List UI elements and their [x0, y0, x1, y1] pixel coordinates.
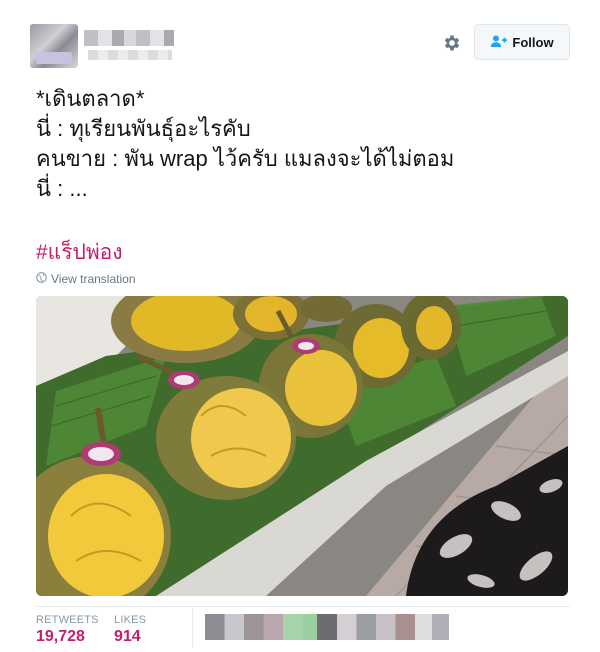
avatar[interactable]: [30, 24, 78, 68]
follow-label: Follow: [512, 34, 554, 50]
retweets-stat[interactable]: RETWEETS 19,728: [36, 614, 99, 646]
durian-photo-illustration: [36, 296, 568, 596]
hashtag-link[interactable]: #แร็ปพ่อง: [36, 236, 123, 269]
tweet-text: *เดินตลาด* นี่ : ทุเรียนพันธุ์อะไรคับ คน…: [36, 86, 455, 201]
gear-icon[interactable]: [441, 32, 463, 54]
follow-button[interactable]: Follow: [474, 24, 570, 60]
retweets-label: RETWEETS: [36, 614, 99, 626]
stats-separator: [192, 608, 193, 648]
globe-icon: [36, 272, 47, 286]
tweet-photo[interactable]: [36, 296, 568, 596]
add-user-icon: [490, 34, 508, 51]
retweets-count: 19,728: [36, 628, 85, 645]
view-translation-link[interactable]: View translation: [36, 272, 136, 286]
likes-label: LIKES: [114, 614, 147, 626]
likes-count: 914: [114, 628, 141, 645]
likes-stat[interactable]: LIKES 914: [114, 614, 146, 646]
stats-divider: [36, 606, 570, 607]
view-translation-label: View translation: [51, 272, 136, 286]
display-name-redacted[interactable]: [84, 30, 174, 46]
liker-avatars-redacted[interactable]: [205, 614, 449, 640]
username-redacted: [88, 50, 172, 60]
tweet-card: Follow *เดินตลาด* นี่ : ทุเรียนพันธุ์อะไ…: [0, 0, 600, 652]
